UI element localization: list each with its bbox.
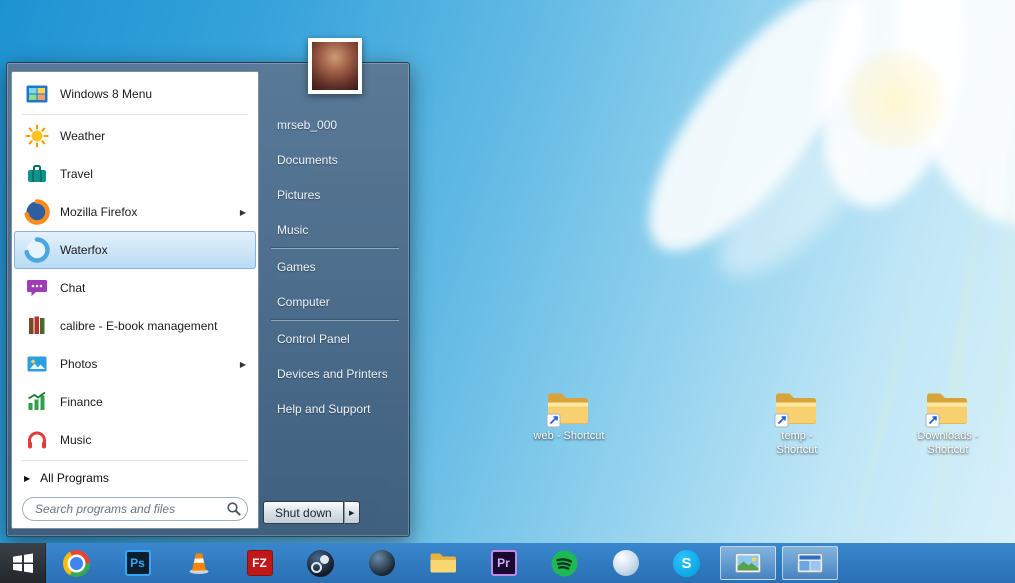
desktop-icon-label: Downloads - Shortcut	[911, 430, 985, 458]
taskbar-icons: Ps FZ	[46, 543, 841, 583]
search-input[interactable]	[22, 497, 248, 521]
desktop-background: web - Shortcut temp - Shortcut Downloads…	[0, 0, 1015, 583]
calibre-books-icon	[23, 312, 51, 340]
desktop-icon-web-shortcut[interactable]: web - Shortcut	[532, 390, 606, 444]
menu-item-label: Waterfox	[60, 243, 108, 257]
menu-item-mozilla-firefox[interactable]: Mozilla Firefox ▶	[14, 193, 256, 231]
firefox-icon	[23, 198, 51, 226]
right-item-computer[interactable]: Computer	[263, 284, 407, 319]
menu-item-label: Finance	[60, 395, 103, 409]
menu-item-waterfox[interactable]: Waterfox	[14, 231, 256, 269]
filezilla-icon: FZ	[247, 550, 273, 576]
start-button[interactable]	[0, 543, 46, 583]
taskbar-spotify-button[interactable]	[534, 543, 595, 583]
taskbar-file-explorer-button[interactable]	[412, 543, 473, 583]
desktop-icon-label: web - Shortcut	[532, 430, 606, 444]
menu-item-weather[interactable]: Weather	[14, 117, 256, 155]
menu-item-calibre[interactable]: calibre - E-book management	[14, 307, 256, 345]
taskbar-skype-button[interactable]: S	[656, 543, 717, 583]
right-item-games[interactable]: Games	[263, 249, 407, 284]
user-name[interactable]: mrseb_000	[263, 107, 407, 142]
search-icon[interactable]	[226, 501, 242, 517]
windows-flag-icon	[11, 551, 35, 575]
right-item-devices-and-printers[interactable]: Devices and Printers	[263, 356, 407, 391]
taskbar-light-sphere-app-button[interactable]	[595, 543, 656, 583]
folder-shortcut-icon	[924, 390, 972, 428]
chrome-icon	[63, 550, 90, 577]
taskbar: Ps FZ	[0, 543, 1015, 583]
menu-item-travel[interactable]: Travel	[14, 155, 256, 193]
submenu-arrow-icon: ▶	[240, 208, 246, 217]
taskbar-filezilla-button[interactable]: FZ	[229, 543, 290, 583]
dark-sphere-icon	[369, 550, 395, 576]
user-avatar[interactable]	[308, 38, 362, 94]
shutdown-options-arrow[interactable]: ▶	[344, 501, 360, 524]
search-row	[22, 497, 248, 521]
menu-item-label: Windows 8 Menu	[60, 87, 152, 101]
vlc-cone-icon	[186, 550, 212, 576]
user-avatar-photo	[312, 42, 358, 90]
skype-icon: S	[673, 550, 700, 577]
photo-viewer-icon	[735, 553, 761, 573]
spotify-icon	[551, 550, 578, 577]
start-menu-right-panel: mrseb_000 Documents Pictures Music Games…	[263, 107, 407, 426]
taskbar-dark-sphere-app-button[interactable]	[351, 543, 412, 583]
menu-separator	[22, 114, 248, 115]
folder-shortcut-icon	[545, 390, 593, 428]
travel-suitcase-icon	[23, 160, 51, 188]
shutdown-control: Shut down ▶	[263, 501, 360, 524]
wallpaper-flower-center	[845, 50, 945, 150]
finance-chart-icon	[23, 388, 51, 416]
app-window-icon	[797, 553, 823, 573]
menu-item-label: Music	[60, 433, 91, 447]
light-sphere-icon	[613, 550, 639, 576]
menu-separator	[22, 460, 248, 461]
taskbar-running-photo-viewer-button[interactable]	[720, 546, 776, 580]
menu-item-photos[interactable]: Photos ▶	[14, 345, 256, 383]
right-item-help-and-support[interactable]: Help and Support	[263, 391, 407, 426]
desktop-icon-temp-shortcut[interactable]: temp - Shortcut	[760, 390, 834, 458]
file-explorer-folder-icon	[429, 552, 457, 574]
photoshop-icon: Ps	[125, 550, 151, 576]
right-item-music[interactable]: Music	[263, 212, 407, 247]
start-menu-left-panel: Windows 8 Menu Weather Travel Mozilla	[11, 71, 259, 529]
menu-item-label: Travel	[60, 167, 93, 181]
menu-item-windows8-menu[interactable]: Windows 8 Menu	[14, 75, 256, 113]
menu-item-chat[interactable]: Chat	[14, 269, 256, 307]
chat-bubble-icon	[23, 274, 51, 302]
submenu-arrow-icon: ▶	[240, 360, 246, 369]
taskbar-steam-button[interactable]	[290, 543, 351, 583]
shutdown-button[interactable]: Shut down	[263, 501, 344, 524]
waterfox-icon	[23, 236, 51, 264]
windows8-menu-icon	[23, 80, 51, 108]
taskbar-chrome-button[interactable]	[46, 543, 107, 583]
music-headphones-icon	[23, 426, 51, 454]
right-item-pictures[interactable]: Pictures	[263, 177, 407, 212]
photos-icon	[23, 350, 51, 378]
desktop-icon-label: temp - Shortcut	[760, 430, 834, 458]
menu-item-label: Weather	[60, 129, 105, 143]
all-programs-item[interactable]: ▶ All Programs	[12, 463, 258, 493]
all-programs-arrow-icon: ▶	[24, 474, 30, 483]
menu-item-finance[interactable]: Finance	[14, 383, 256, 421]
taskbar-photoshop-button[interactable]: Ps	[107, 543, 168, 583]
right-item-control-panel[interactable]: Control Panel	[263, 321, 407, 356]
menu-item-label: Photos	[60, 357, 97, 371]
right-item-documents[interactable]: Documents	[263, 142, 407, 177]
wallpaper-stem	[921, 151, 992, 583]
menu-item-music[interactable]: Music	[14, 421, 256, 459]
start-menu: Windows 8 Menu Weather Travel Mozilla	[6, 62, 410, 537]
taskbar-premiere-button[interactable]: Pr	[473, 543, 534, 583]
taskbar-vlc-button[interactable]	[168, 543, 229, 583]
menu-item-label: calibre - E-book management	[60, 319, 217, 333]
steam-icon	[307, 550, 334, 577]
weather-sun-icon	[23, 122, 51, 150]
desktop-icon-downloads-shortcut[interactable]: Downloads - Shortcut	[911, 390, 985, 458]
menu-item-label: Chat	[60, 281, 85, 295]
folder-shortcut-icon	[773, 390, 821, 428]
taskbar-running-window-app-button[interactable]	[782, 546, 838, 580]
premiere-icon: Pr	[491, 550, 517, 576]
all-programs-label: All Programs	[40, 471, 109, 485]
menu-item-label: Mozilla Firefox	[60, 205, 137, 219]
